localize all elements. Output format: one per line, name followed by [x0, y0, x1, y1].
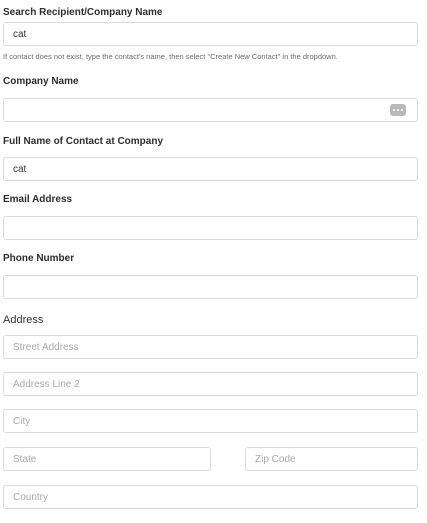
address-line2-input[interactable]	[3, 372, 418, 396]
search-recipient-input[interactable]	[3, 22, 418, 46]
address-label: Address	[3, 314, 44, 326]
dot	[401, 109, 403, 111]
company-name-input[interactable]	[3, 98, 418, 122]
city-input[interactable]	[3, 409, 418, 433]
email-label: Email Address	[3, 194, 73, 205]
phone-input[interactable]	[3, 275, 418, 299]
email-input[interactable]	[3, 216, 418, 240]
search-recipient-label: Search Recipient/Company Name	[3, 7, 163, 18]
search-hint-text: If contact does not exist, type the cont…	[3, 52, 338, 61]
state-input[interactable]	[3, 447, 211, 471]
zip-code-input[interactable]	[245, 447, 418, 471]
dot	[397, 109, 399, 111]
country-input[interactable]	[3, 485, 418, 509]
more-horizontal-icon[interactable]	[390, 104, 406, 116]
contact-name-input[interactable]	[3, 157, 418, 181]
contact-name-label: Full Name of Contact at Company	[3, 136, 164, 147]
dot	[393, 109, 395, 111]
phone-label: Phone Number	[3, 253, 75, 264]
street-address-input[interactable]	[3, 335, 418, 359]
company-name-label: Company Name	[3, 76, 79, 87]
